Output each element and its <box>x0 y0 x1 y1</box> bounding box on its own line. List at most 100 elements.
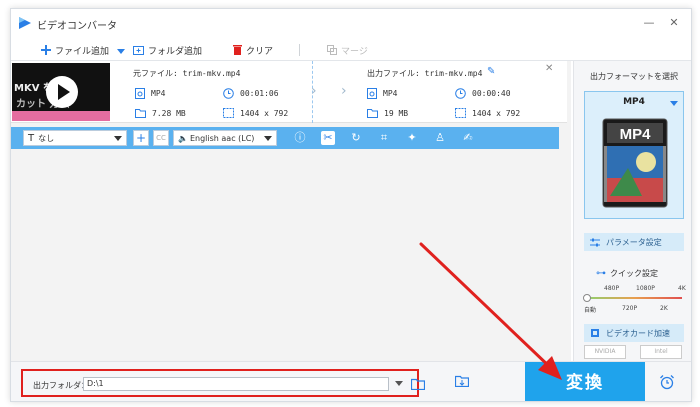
output-folder-input[interactable]: D:\1 <box>83 377 389 391</box>
open-folder-icon[interactable] <box>411 378 425 390</box>
source-duration-value: 00:01:06 <box>240 89 279 98</box>
mp4-format-icon: MP4 <box>602 118 668 208</box>
intel-option[interactable]: Intel <box>640 345 682 359</box>
add-folder-button[interactable]: フォルダ追加 <box>133 42 202 58</box>
alarm-clock-icon[interactable] <box>659 374 675 390</box>
output-resolution-value: 1404 x 792 <box>472 108 521 118</box>
merge-label: マージ <box>341 46 368 57</box>
plus-icon <box>41 45 51 55</box>
audio-track-value: English aac (LC) <box>189 133 255 143</box>
add-folder-label: フォルダ追加 <box>148 46 203 57</box>
watermark-icon[interactable]: ♙ <box>433 131 447 145</box>
quality-label: 480P <box>604 285 620 292</box>
clock-icon <box>223 88 234 99</box>
trash-icon <box>233 45 242 55</box>
close-window-icon[interactable]: ✕ <box>666 15 682 31</box>
convert-button[interactable]: 変換 <box>525 362 645 401</box>
gpu-acceleration-button[interactable]: ビデオカード加速 <box>584 324 684 342</box>
parameter-settings-button[interactable]: パラメータ設定 <box>584 233 684 251</box>
format-icon <box>367 88 377 99</box>
source-size-value: 7.28 MB <box>152 108 186 118</box>
play-icon[interactable] <box>46 76 78 108</box>
chevron-down-icon <box>114 136 122 141</box>
source-duration: 00:01:06 <box>223 88 279 99</box>
video-thumbnail[interactable]: MKV を カット 方法 <box>12 63 110 121</box>
add-file-dropdown-icon[interactable] <box>117 49 125 54</box>
quick-settings-label: クイック設定 <box>610 269 658 278</box>
output-format: MP4 <box>367 88 397 99</box>
quick-settings-icon: ⊶ <box>596 268 606 279</box>
chevron-down-icon <box>264 136 272 141</box>
source-resolution: 1404 x 792 <box>223 108 288 118</box>
source-size: 7.28 MB <box>135 108 186 118</box>
output-format-value: MP4 <box>383 89 398 98</box>
output-duration-value: 00:00:40 <box>472 89 511 98</box>
clear-label: クリア <box>246 46 274 57</box>
quality-label: 720P <box>622 305 638 312</box>
bottom-bar: 出力フォルダ： D:\1 変換 <box>11 361 691 401</box>
source-resolution-value: 1404 x 792 <box>240 108 289 118</box>
crop-icon[interactable]: ⌗ <box>377 131 391 145</box>
gpu-acceleration-label: ビデオカード加速 <box>606 328 670 338</box>
minimize-icon[interactable]: — <box>641 15 657 31</box>
output-size-value: 19 MB <box>384 108 409 118</box>
merge-button[interactable]: マージ <box>327 42 368 58</box>
title-bar: ビデオコンバータ — ✕ <box>11 9 691 37</box>
quality-slider-handle[interactable] <box>583 294 591 302</box>
edit-toolbar: T なし + CC 🔈 English aac (LC) ⓘ ✂ ↻ ⌗ ✦ ♙… <box>11 127 559 149</box>
format-name: MP4 <box>623 97 645 107</box>
chevron-down-icon <box>670 101 678 106</box>
file-list-area: MKV を カット 方法 元ファイル: trim-mkv.mp4 MP4 00:… <box>11 61 571 361</box>
folder-icon <box>367 109 378 118</box>
subtitle-edit-icon[interactable]: ✍ <box>461 131 475 145</box>
subtitle-icon: T <box>28 132 35 144</box>
add-file-button[interactable]: ファイル追加 <box>41 42 109 58</box>
output-duration: 00:00:40 <box>455 88 511 99</box>
subtitle-value: なし <box>38 133 55 143</box>
quality-slider[interactable] <box>586 297 682 299</box>
quality-label: 自動 <box>584 307 597 314</box>
cut-icon[interactable]: ✂ <box>321 131 335 145</box>
clear-button[interactable]: クリア <box>233 42 273 58</box>
add-subtitle-button[interactable]: + <box>133 130 149 146</box>
sliders-icon <box>590 238 600 246</box>
clock-icon <box>455 88 466 99</box>
quick-settings-heading: ⊶ クイック設定 <box>596 268 658 279</box>
mp4-icon-label: MP4 <box>620 126 652 143</box>
merge-icon <box>327 45 337 55</box>
toolbar: ファイル追加 フォルダ追加 クリア マージ <box>11 39 691 61</box>
arrow-right-icon: › <box>311 83 317 99</box>
info-icon[interactable]: ⓘ <box>293 131 307 145</box>
resolution-icon <box>455 108 466 118</box>
source-format-value: MP4 <box>151 89 166 98</box>
app-logo-icon <box>19 17 31 29</box>
rotate-icon[interactable]: ↻ <box>349 131 363 145</box>
audio-track-select[interactable]: 🔈 English aac (LC) <box>173 130 277 146</box>
remove-file-icon[interactable]: ✕ <box>545 63 553 74</box>
subtitle-select[interactable]: T なし <box>23 130 127 146</box>
quality-label: 1080P <box>636 285 655 292</box>
effects-icon[interactable]: ✦ <box>405 131 419 145</box>
cc-icon[interactable]: CC <box>153 130 169 146</box>
output-size: 19 MB <box>367 108 408 118</box>
quality-label: 2K <box>660 305 668 312</box>
format-card[interactable]: MP4 MP4 <box>584 91 684 219</box>
folder-icon <box>135 109 146 118</box>
edit-filename-icon[interactable]: ✎ <box>487 66 495 77</box>
add-file-label: ファイル追加 <box>55 46 110 57</box>
app-window: ビデオコンバータ — ✕ ファイル追加 フォルダ追加 クリア マージ MKV を… <box>10 8 692 402</box>
import-folder-icon[interactable] <box>455 375 469 387</box>
nvidia-option[interactable]: NVIDIA <box>584 345 626 359</box>
arrow-right-icon: › <box>341 83 347 99</box>
speaker-icon: 🔈 <box>178 133 188 143</box>
output-resolution: 1404 x 792 <box>455 108 520 118</box>
output-folder-label: 出力フォルダ： <box>33 381 89 390</box>
parameter-settings-label: パラメータ設定 <box>606 237 662 247</box>
chevron-down-icon[interactable] <box>395 381 403 386</box>
output-filename: 出力ファイル: trim-mkv.mp4 <box>367 69 483 78</box>
file-row[interactable]: MKV を カット 方法 元ファイル: trim-mkv.mp4 MP4 00:… <box>11 61 567 123</box>
quality-label: 4K <box>678 285 686 292</box>
toolbar-divider <box>299 44 300 56</box>
format-icon <box>135 88 145 99</box>
thumbnail-banner <box>12 111 110 121</box>
